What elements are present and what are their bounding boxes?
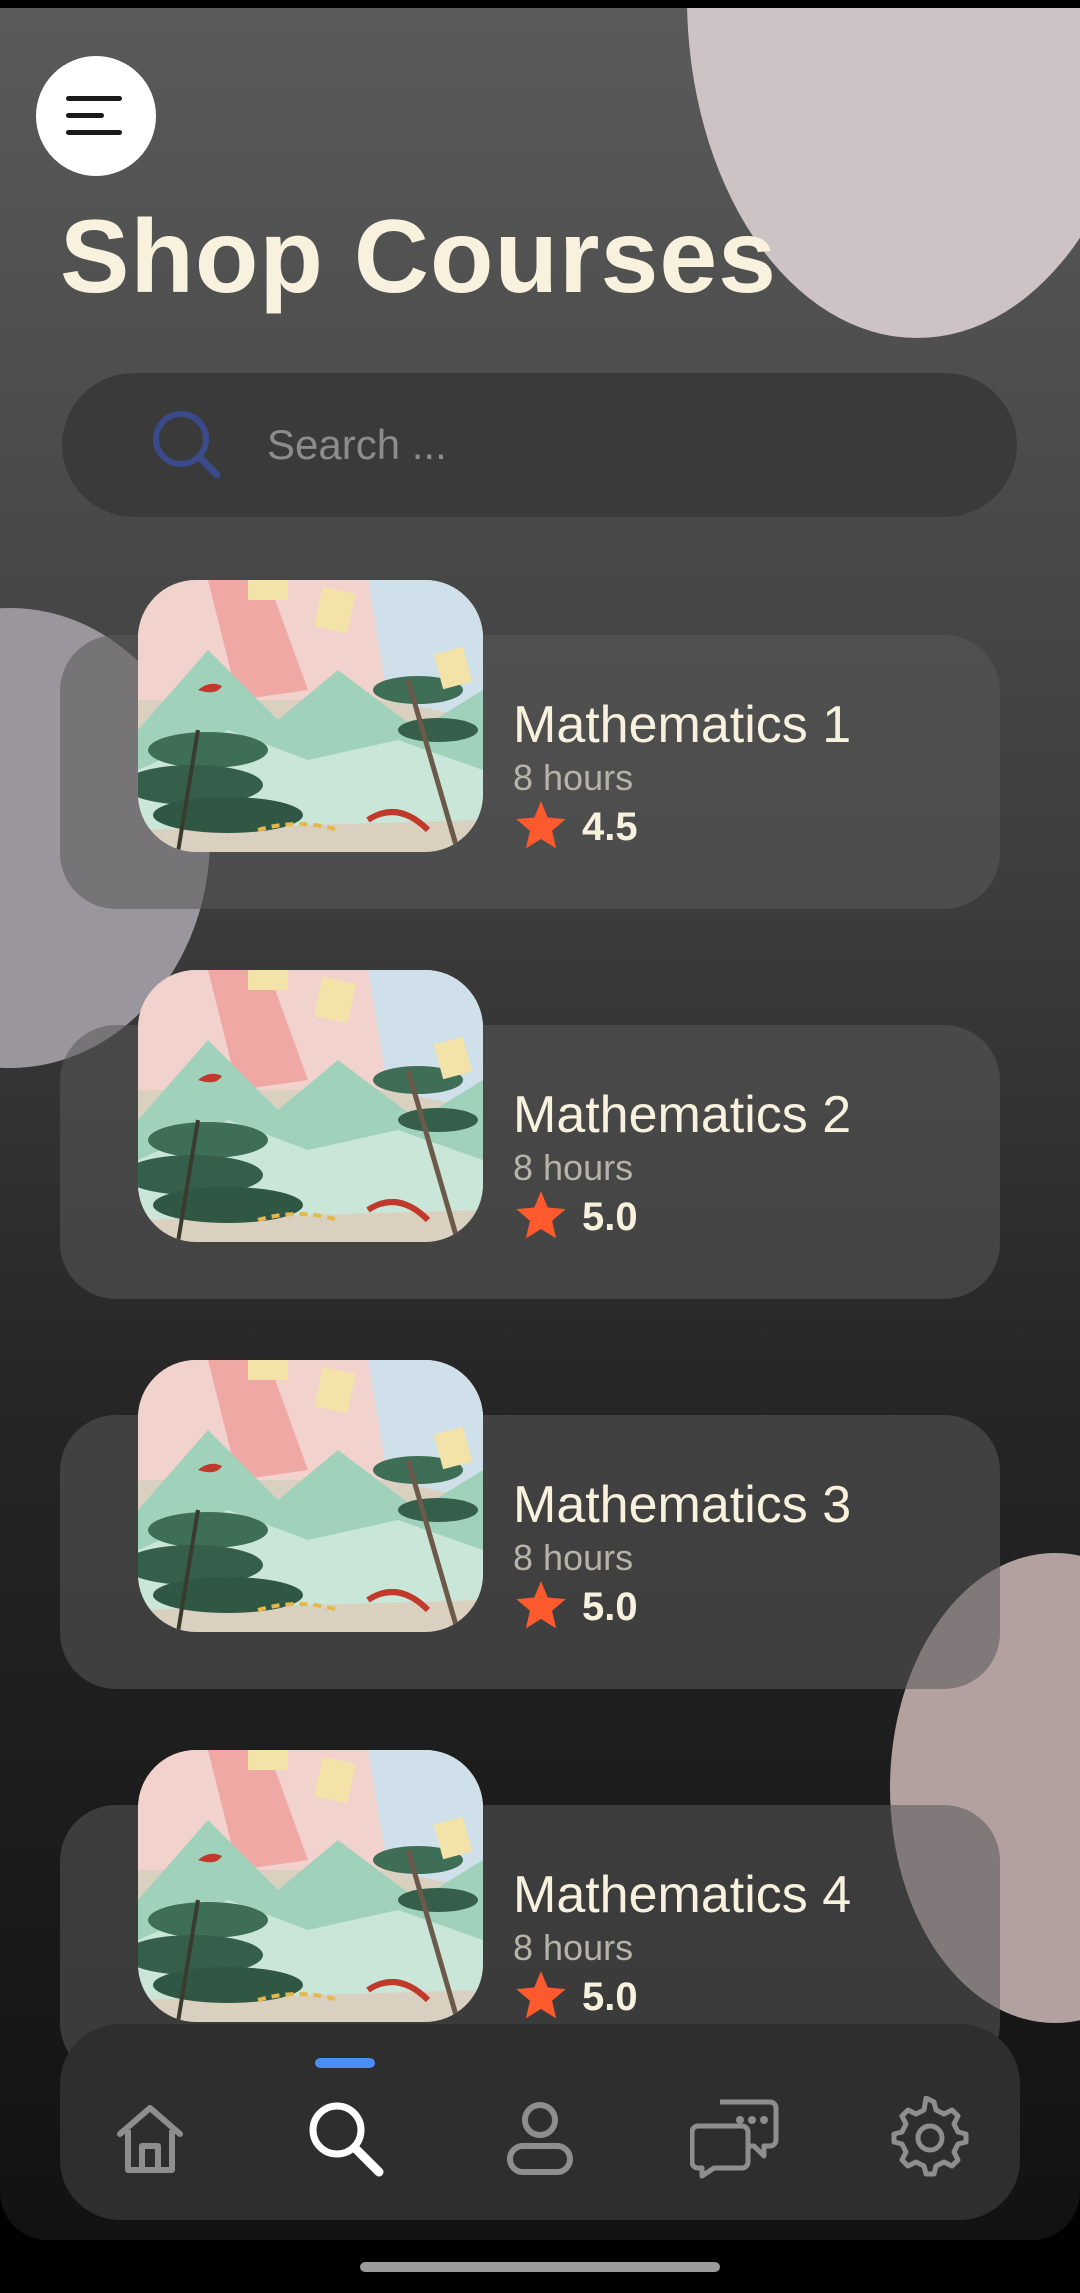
course-duration: 8 hours: [513, 1147, 634, 1188]
profile-icon: [507, 2102, 573, 2175]
course-duration: 8 hours: [513, 1537, 634, 1578]
course-title: Mathematics 2: [513, 1086, 852, 1144]
settings-icon: [891, 2096, 969, 2177]
menu-button[interactable]: [36, 56, 156, 176]
course-title: Mathematics 1: [513, 696, 852, 754]
course-title: Mathematics 4: [513, 1866, 852, 1924]
course-duration: 8 hours: [513, 1927, 634, 1968]
app-background: Shop Courses Search ... Mathematics 1 8 …: [0, 8, 1080, 2240]
screen: Shop Courses Search ... Mathematics 1 8 …: [0, 0, 1080, 2293]
nav-item-home[interactable]: [100, 2088, 200, 2188]
page-title: Shop Courses: [60, 199, 777, 315]
nav-item-profile[interactable]: [490, 2088, 590, 2188]
nav-item-search[interactable]: [295, 2088, 395, 2188]
course-title: Mathematics 3: [513, 1476, 852, 1534]
course-rating: 5.0: [582, 1195, 638, 1239]
menu-icon: [66, 96, 122, 135]
course-thumbnail[interactable]: [138, 580, 483, 852]
search-input[interactable]: [267, 413, 967, 477]
home-icon: [117, 2105, 183, 2173]
star-icon: [515, 1971, 567, 2026]
course-duration: 8 hours: [513, 757, 634, 798]
course-thumbnail[interactable]: [138, 1360, 483, 1632]
course-thumbnail[interactable]: [138, 970, 483, 1242]
course-rating: 4.5: [582, 805, 638, 849]
search-bar[interactable]: [62, 373, 1017, 517]
star-icon: [515, 801, 567, 856]
search-icon: [309, 2102, 384, 2177]
course-rating: 5.0: [582, 1975, 638, 2019]
course-thumbnail[interactable]: [138, 1750, 483, 2022]
nav-item-settings[interactable]: [880, 2088, 980, 2188]
system-home-indicator[interactable]: [360, 2262, 720, 2272]
course-rating: 5.0: [582, 1585, 638, 1629]
chat-icon: [690, 2099, 779, 2179]
nav-item-chat[interactable]: [685, 2088, 785, 2188]
star-icon: [515, 1581, 567, 1636]
search-icon: [153, 411, 221, 479]
star-icon: [515, 1191, 567, 1246]
nav-active-indicator: [315, 2058, 375, 2068]
